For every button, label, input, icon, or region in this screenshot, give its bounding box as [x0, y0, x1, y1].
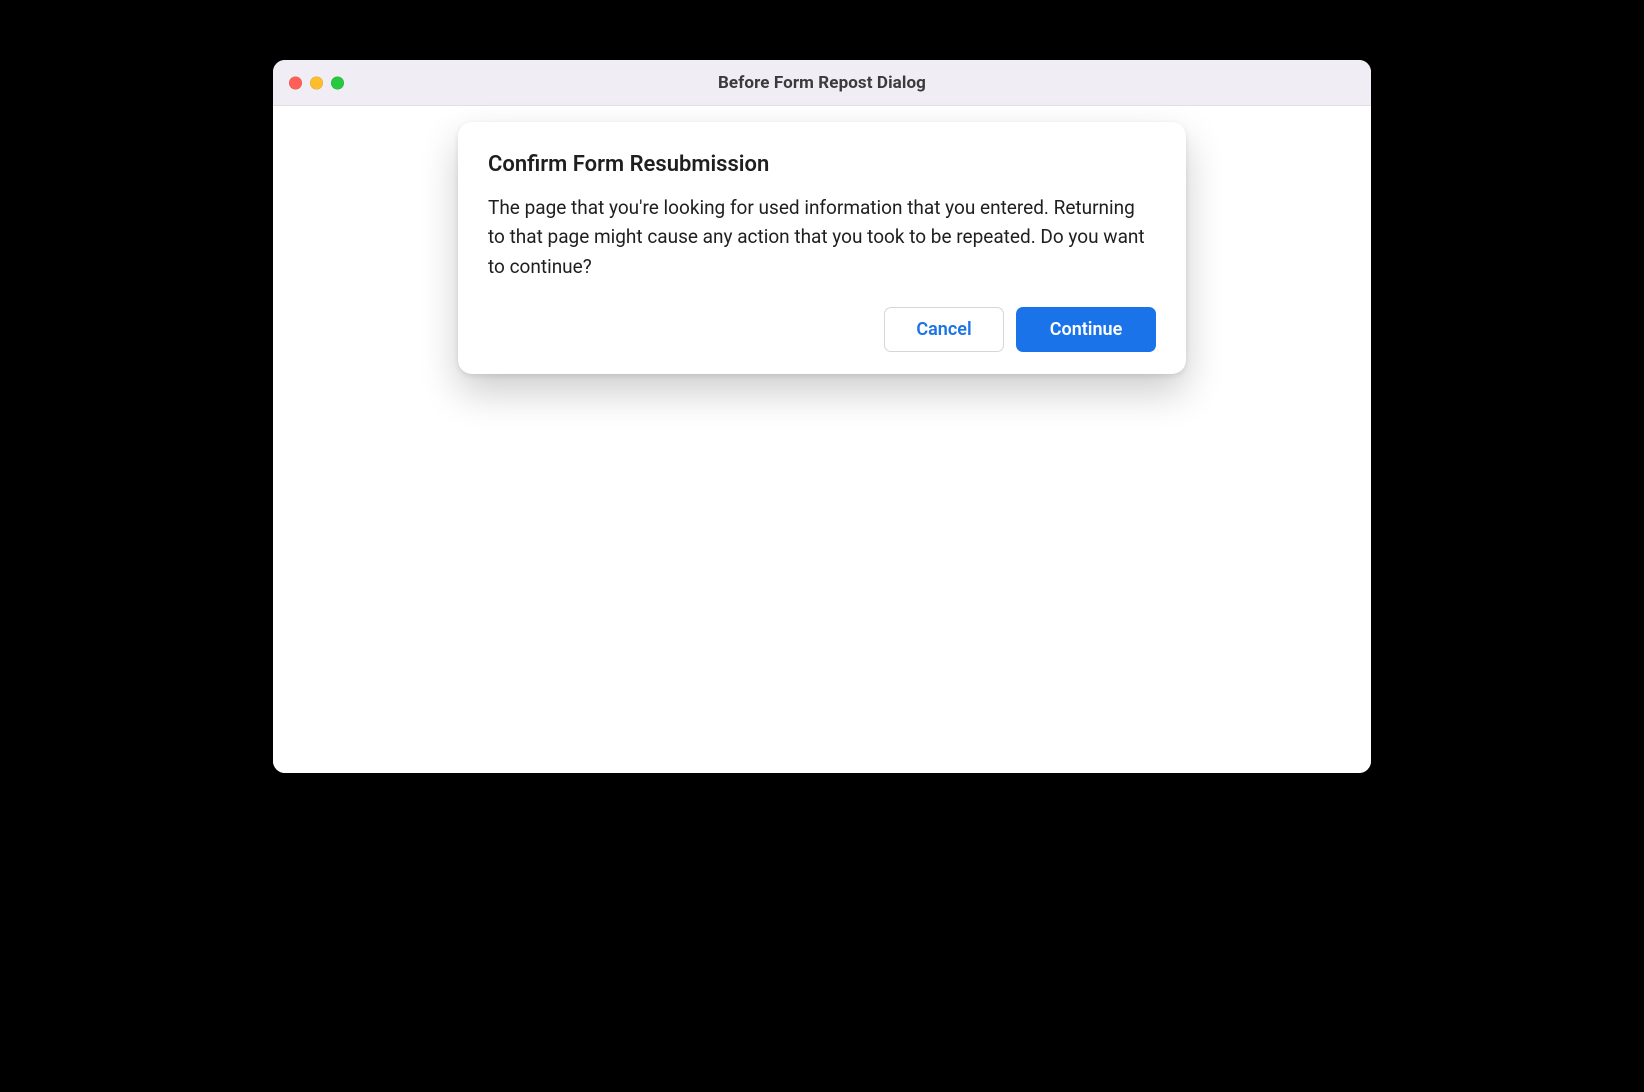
form-repost-dialog: Confirm Form Resubmission The page that … — [458, 122, 1186, 374]
cancel-button[interactable]: Cancel — [884, 307, 1004, 352]
window-title: Before Form Repost Dialog — [273, 73, 1371, 93]
zoom-window-button[interactable] — [331, 76, 344, 89]
window-body: Confirm Form Resubmission The page that … — [273, 106, 1371, 773]
traffic-lights — [289, 76, 344, 89]
titlebar: Before Form Repost Dialog — [273, 60, 1371, 106]
dialog-actions: Cancel Continue — [488, 307, 1156, 352]
dialog-heading: Confirm Form Resubmission — [488, 152, 1156, 177]
minimize-window-button[interactable] — [310, 76, 323, 89]
continue-button[interactable]: Continue — [1016, 307, 1156, 352]
app-window: Before Form Repost Dialog Confirm Form R… — [273, 60, 1371, 773]
close-window-button[interactable] — [289, 76, 302, 89]
dialog-body: The page that you're looking for used in… — [488, 193, 1156, 281]
